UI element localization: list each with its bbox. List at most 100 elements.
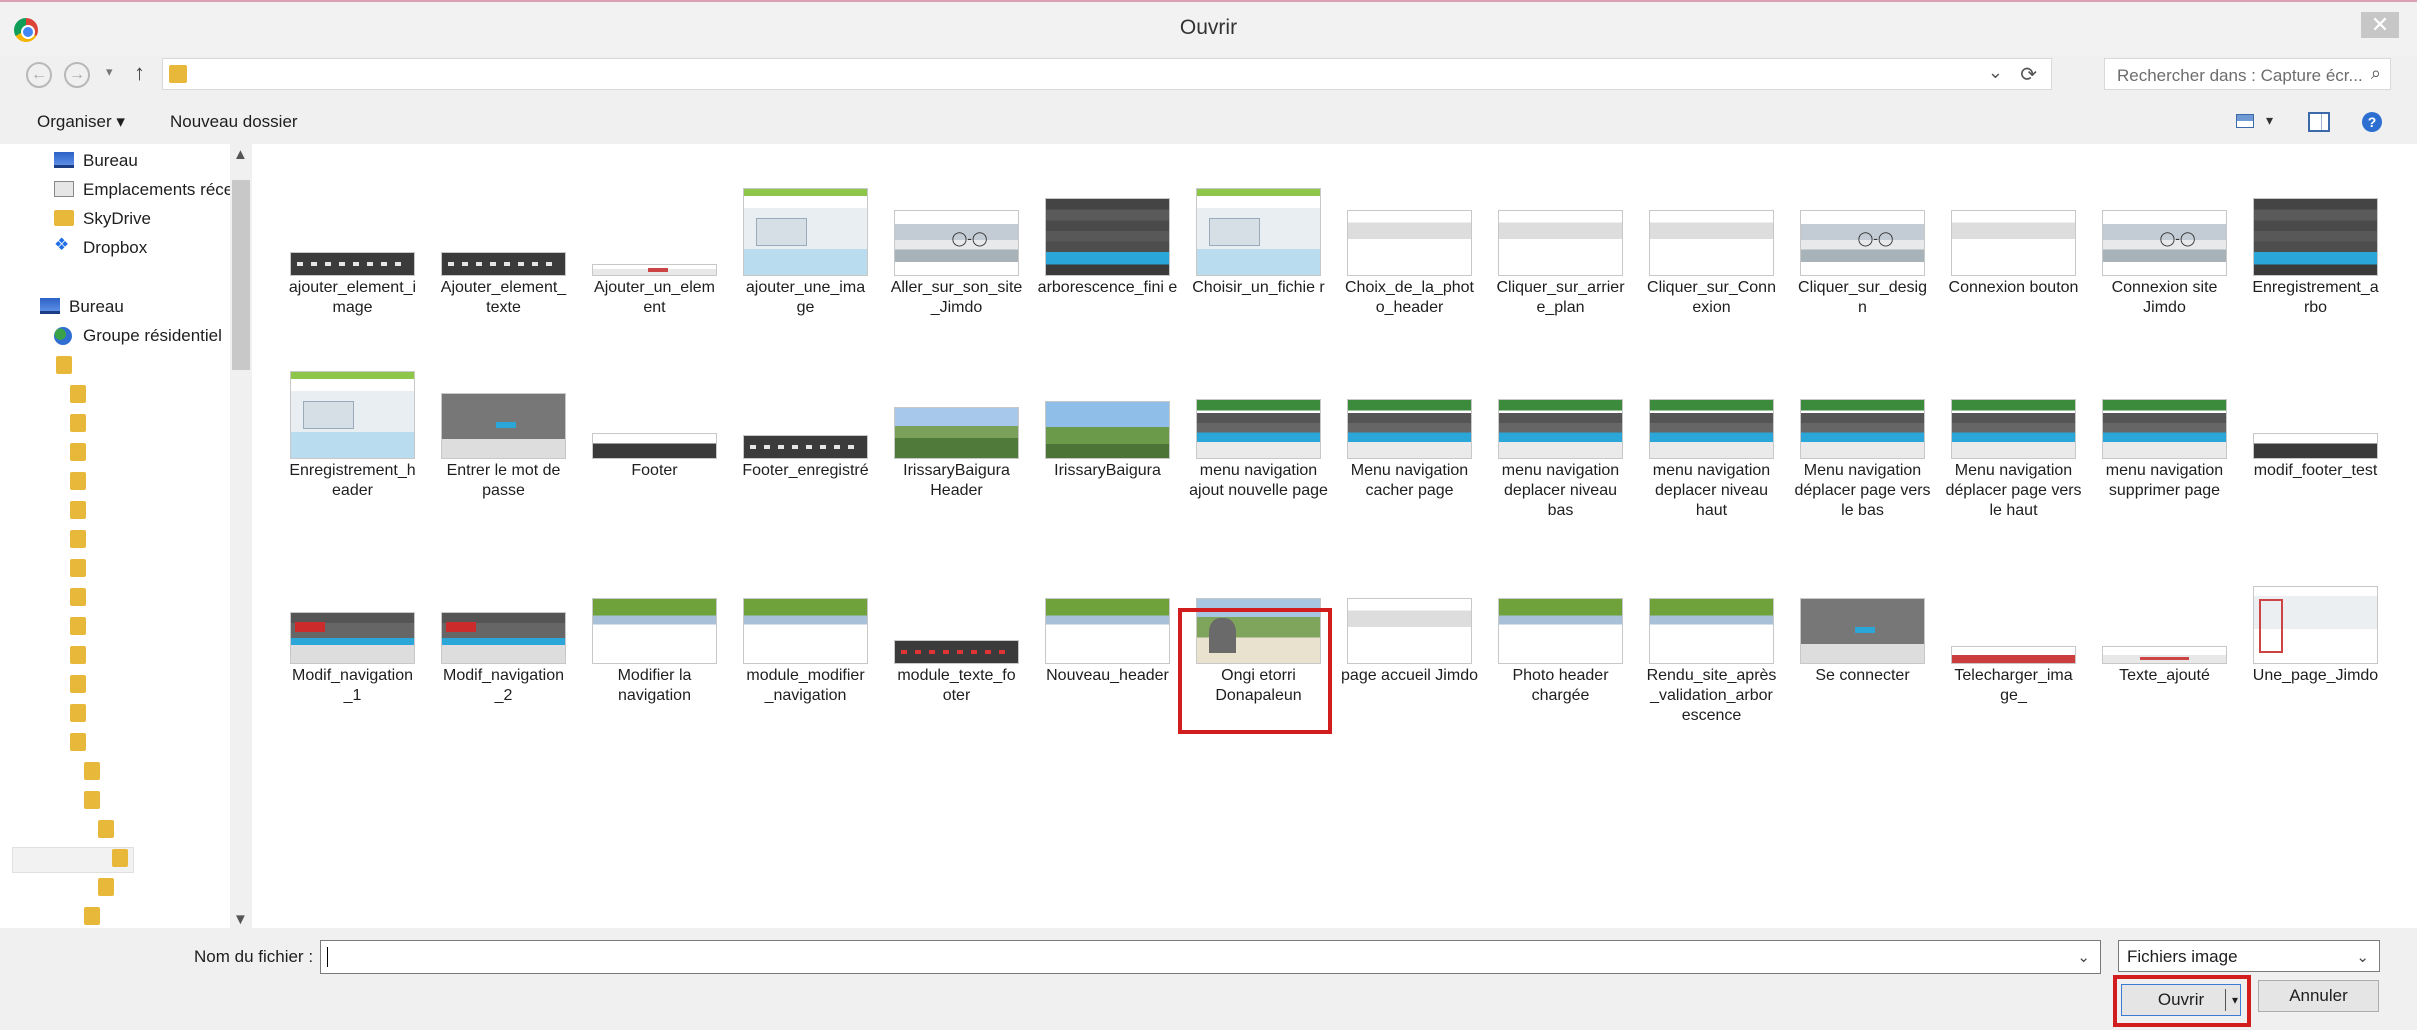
- search-icon[interactable]: ⌕: [2371, 63, 2381, 84]
- file-item[interactable]: Cliquer_sur_Conn exion: [1641, 184, 1782, 334]
- folder-icon[interactable]: [112, 849, 128, 867]
- chevron-down-icon[interactable]: ⌄: [2077, 948, 2090, 966]
- folder-icon[interactable]: [70, 559, 86, 577]
- file-item[interactable]: Texte_ajouté: [2094, 572, 2235, 722]
- file-item[interactable]: module_texte_fo oter: [886, 572, 1027, 722]
- view-options-dropdown[interactable]: ▾: [2266, 112, 2273, 129]
- file-name: Menu navigation cacher page: [1350, 462, 1469, 499]
- open-button[interactable]: Ouvrir ▾: [2121, 984, 2241, 1016]
- file-item[interactable]: IrissaryBaigura Header: [886, 367, 1027, 517]
- organize-button[interactable]: Organiser ▾: [37, 112, 125, 132]
- file-item[interactable]: Nouveau_header: [1037, 572, 1178, 722]
- folder-icon[interactable]: [70, 704, 86, 722]
- dropbox-icon: ❖: [54, 235, 70, 254]
- navigation-scrollbar[interactable]: ▲ ▼: [230, 144, 252, 928]
- file-item[interactable]: Footer_enregistré: [735, 367, 876, 517]
- help-icon[interactable]: ?: [2362, 112, 2382, 132]
- file-item[interactable]: Menu navigation déplacer page vers le ba…: [1792, 367, 1933, 519]
- file-item[interactable]: modif_footer_test: [2245, 367, 2386, 517]
- new-folder-button[interactable]: Nouveau dossier: [170, 112, 298, 132]
- file-item[interactable]: Enregistrement_h eader: [282, 367, 423, 517]
- preview-pane-icon[interactable]: [2308, 112, 2330, 132]
- file-name: module_texte_fo oter: [897, 667, 1016, 704]
- file-item[interactable]: Modif_navigation _1: [282, 572, 423, 722]
- file-item[interactable]: menu navigation deplacer niveau bas: [1490, 367, 1631, 519]
- file-item[interactable]: page accueil Jimdo: [1339, 572, 1480, 722]
- file-item[interactable]: Aller_sur_son_site _Jimdo: [886, 184, 1027, 334]
- file-item[interactable]: Photo header chargée: [1490, 572, 1631, 722]
- file-type-select[interactable]: Fichiers image ⌄: [2118, 940, 2380, 972]
- file-item[interactable]: menu navigation ajout nouvelle page: [1188, 367, 1329, 517]
- cancel-button[interactable]: Annuler: [2258, 980, 2379, 1012]
- chevron-down-icon[interactable]: ⌄: [2356, 948, 2369, 966]
- file-item[interactable]: Connexion site Jimdo: [2094, 184, 2235, 334]
- file-item[interactable]: Cliquer_sur_desig n: [1792, 184, 1933, 334]
- close-button[interactable]: ✕: [2361, 12, 2399, 38]
- file-item[interactable]: Modifier la navigation: [584, 572, 725, 722]
- file-item[interactable]: menu navigation deplacer niveau haut: [1641, 367, 1782, 519]
- folder-icon[interactable]: [98, 878, 114, 896]
- file-item[interactable]: Ajouter_element_ texte: [433, 184, 574, 334]
- file-item[interactable]: Menu navigation cacher page: [1339, 367, 1480, 517]
- folder-icon[interactable]: [70, 733, 86, 751]
- folder-icon[interactable]: [70, 501, 86, 519]
- file-item[interactable]: Entrer le mot de passe: [433, 367, 574, 517]
- file-item[interactable]: module_modifier _navigation: [735, 572, 876, 722]
- view-options-icon[interactable]: [2236, 114, 2254, 128]
- folder-icon[interactable]: [70, 385, 86, 403]
- file-thumbnail: [2253, 433, 2378, 459]
- file-thumbnail: [592, 433, 717, 459]
- navigation-pane: Bureau Emplacements réce SkyDrive ❖ Drop…: [0, 144, 252, 928]
- folder-icon[interactable]: [84, 791, 100, 809]
- scrollbar-thumb[interactable]: [232, 180, 250, 370]
- folder-icon[interactable]: [70, 472, 86, 490]
- file-item[interactable]: Enregistrement_a rbo: [2245, 184, 2386, 334]
- address-bar[interactable]: ⌄ ⟳: [162, 58, 2052, 90]
- folder-icon[interactable]: [70, 588, 86, 606]
- folder-icon[interactable]: [70, 617, 86, 635]
- file-item[interactable]: Footer: [584, 367, 725, 517]
- search-input[interactable]: Rechercher dans : Capture écr... ⌕: [2104, 58, 2391, 90]
- file-item[interactable]: Telecharger_ima ge_: [1943, 572, 2084, 722]
- file-item[interactable]: Menu navigation déplacer page vers le ha…: [1943, 367, 2084, 519]
- file-name: Une_page_Jimdo: [2252, 667, 2379, 684]
- back-button[interactable]: ←: [26, 62, 52, 88]
- file-thumbnail: [1649, 210, 1774, 276]
- forward-button[interactable]: →: [64, 62, 90, 88]
- folder-icon[interactable]: [84, 907, 100, 925]
- file-item[interactable]: menu navigation supprimer page: [2094, 367, 2235, 517]
- folder-icon[interactable]: [70, 530, 86, 548]
- file-item[interactable]: Se connecter: [1792, 572, 1933, 722]
- up-folder-button[interactable]: ↑: [134, 60, 145, 86]
- file-thumbnail: [1951, 646, 2076, 664]
- file-item[interactable]: arborescence_fini e: [1037, 184, 1178, 334]
- folder-icon[interactable]: [70, 443, 86, 461]
- scroll-down-arrow[interactable]: ▼: [233, 911, 248, 928]
- file-item[interactable]: Cliquer_sur_arrier e_plan: [1490, 184, 1631, 334]
- folder-icon[interactable]: [56, 356, 72, 374]
- folder-icon[interactable]: [70, 675, 86, 693]
- file-item[interactable]: Choisir_un_fichie r: [1188, 184, 1329, 334]
- folder-icon: [169, 65, 187, 83]
- file-item[interactable]: IrissaryBaigura: [1037, 367, 1178, 517]
- file-item[interactable]: Une_page_Jimdo: [2245, 572, 2386, 722]
- folder-icon[interactable]: [84, 762, 100, 780]
- file-item[interactable]: ajouter_une_ima ge: [735, 184, 876, 334]
- file-thumbnail: [592, 598, 717, 664]
- folder-icon[interactable]: [98, 820, 114, 838]
- folder-icon[interactable]: [70, 414, 86, 432]
- file-item[interactable]: Choix_de_la_phot o_header: [1339, 184, 1480, 334]
- file-list-area[interactable]: ajouter_element_i mage Ajouter_element_ t…: [252, 144, 2417, 928]
- chevron-down-icon[interactable]: ⌄: [1988, 62, 2003, 83]
- file-item[interactable]: Rendu_site_après _validation_arbor escen…: [1641, 572, 1782, 724]
- scroll-up-arrow[interactable]: ▲: [233, 146, 248, 163]
- file-item[interactable]: Connexion bouton: [1943, 184, 2084, 334]
- file-item[interactable]: Modif_navigation _2: [433, 572, 574, 722]
- recent-locations-dropdown[interactable]: ▾: [106, 64, 113, 80]
- refresh-icon[interactable]: ⟳: [2020, 62, 2037, 87]
- file-item[interactable]: ajouter_element_i mage: [282, 184, 423, 334]
- file-name-input[interactable]: ⌄: [320, 940, 2101, 974]
- file-item[interactable]: Ajouter_un_elem ent: [584, 184, 725, 334]
- open-options-arrow[interactable]: ▾: [2232, 985, 2238, 1015]
- folder-icon[interactable]: [70, 646, 86, 664]
